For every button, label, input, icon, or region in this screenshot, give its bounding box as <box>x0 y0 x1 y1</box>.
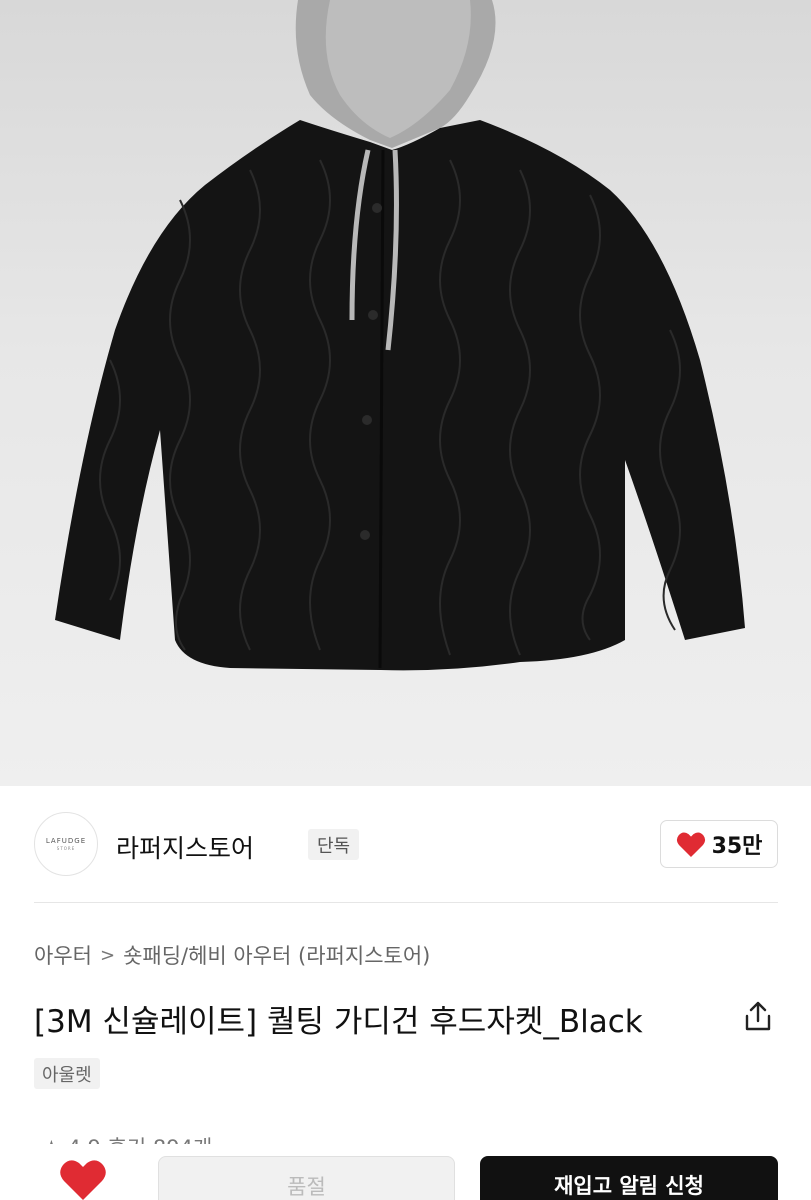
store-logo-text: LAFUDGE <box>45 837 87 845</box>
exclusive-badge: 단독 <box>308 829 360 860</box>
product-title: [3M 신슐레이트] 퀄팅 가디건 후드자켓_Black <box>34 1004 643 1040</box>
breadcrumb-subcategory[interactable]: 숏패딩/헤비 아우터 (라퍼지스토어) <box>123 940 430 970</box>
bottom-action-bar: 품절 재입고 알림 신청 <box>0 1146 811 1200</box>
rating-summary[interactable]: ★ 4.9 후기 894개 <box>42 1124 212 1144</box>
jacket-illustration <box>55 0 745 671</box>
product-image[interactable] <box>0 0 811 786</box>
sold-out-button[interactable]: 품절 <box>158 1156 455 1200</box>
like-count: 35만 <box>711 834 763 859</box>
restock-alert-button[interactable]: 재입고 알림 신청 <box>480 1156 778 1200</box>
store-logo[interactable]: LAFUDGE STORE <box>34 812 98 876</box>
wishlist-heart-icon[interactable] <box>58 1158 108 1200</box>
divider <box>34 902 778 903</box>
rating-text: ★ 4.9 후기 894개 <box>42 1132 212 1144</box>
breadcrumb-category[interactable]: 아우터 <box>34 940 92 970</box>
share-icon[interactable] <box>740 999 776 1035</box>
store-logo-subtext: STORE <box>56 846 76 851</box>
breadcrumb: 아우터 > 숏패딩/헤비 아우터 (라퍼지스토어) <box>34 940 430 970</box>
outlet-tag: 아울렛 <box>34 1058 100 1089</box>
heart-icon <box>676 832 705 857</box>
chevron-right-icon: > <box>99 944 116 966</box>
store-name[interactable]: 라퍼지스토어 <box>116 829 254 865</box>
store-header: LAFUDGE STORE 라퍼지스토어 단독 35만 <box>34 812 778 878</box>
like-button[interactable]: 35만 <box>660 820 778 868</box>
